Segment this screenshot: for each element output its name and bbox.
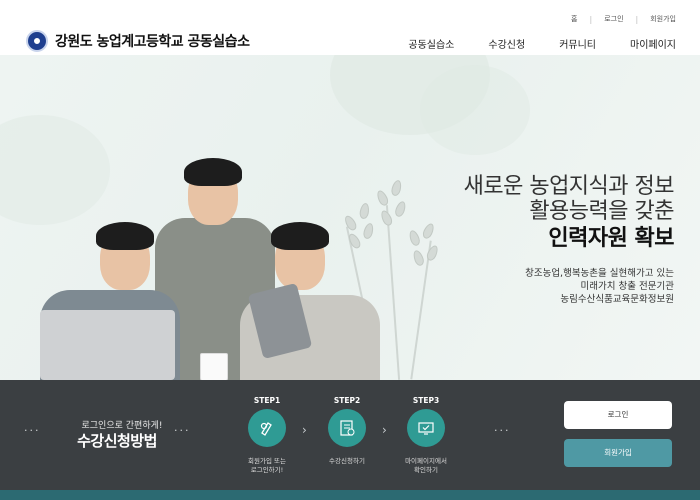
cup-image <box>200 353 228 380</box>
dots-decoration: ··· <box>174 424 191 437</box>
utility-links: 홈 | 로그인 | 회원가입 <box>571 14 676 24</box>
login-link[interactable]: 로그인 <box>604 14 623 24</box>
step-description: 회원가입 또는 로그인하기! <box>248 457 286 474</box>
nav-item-community[interactable]: 커뮤니티 <box>559 36 596 51</box>
step-label: STEP2 <box>333 396 361 405</box>
hero-sub-line2: 미래가치 창출 전문기관 <box>580 281 674 292</box>
join-link[interactable]: 회원가입 <box>650 14 676 24</box>
chevron-right-icon: › <box>302 423 307 437</box>
dots-decoration: ··· <box>24 424 41 437</box>
monitor-check-icon <box>407 409 445 447</box>
guide-title: 수강신청방법 <box>77 432 157 450</box>
step-label: STEP1 <box>253 396 281 405</box>
hero-subtitle: 창조농업,행복농촌을 실현해가고 있는 미래가치 창출 전문기관 농림수산식품교… <box>525 267 674 306</box>
home-link[interactable]: 홈 <box>571 14 577 24</box>
checklist-icon <box>328 409 366 447</box>
laptop-image <box>40 310 175 380</box>
footer-strip <box>0 490 700 500</box>
site-header: 홈 | 로그인 | 회원가입 강원도 농업계고등학교 공동실습소 공동실습소 수… <box>0 0 700 55</box>
hero-sub-line1: 창조농업,행복농촌을 실현해가고 있는 <box>525 268 674 279</box>
emblem-icon <box>26 30 48 52</box>
students-photo <box>30 158 400 380</box>
step-1: STEP1 회원가입 또는 로그인하기! <box>232 396 302 475</box>
main-nav: 공동실습소 수강신청 커뮤니티 마이페이지 <box>374 36 676 51</box>
divider: | <box>635 14 639 24</box>
chevron-right-icon: › <box>382 423 387 437</box>
step-2: STEP2 수강신청하기 <box>312 396 382 466</box>
dots-decoration: ··· <box>494 424 511 437</box>
join-button[interactable]: 회원가입 <box>564 439 672 467</box>
pen-hand-icon <box>248 409 286 447</box>
step-description: 수강신청하기 <box>329 457 365 465</box>
step-label: STEP3 <box>412 396 440 405</box>
divider: | <box>589 14 593 24</box>
login-button[interactable]: 로그인 <box>564 401 672 429</box>
hero-title-line3: 인력자원 확보 <box>548 226 674 251</box>
hero-banner: 새로운 농업지식과 정보 활용능력을 갖춘 인력자원 확보 창조농업,행복농촌을… <box>0 55 700 380</box>
nav-item-course-registration[interactable]: 수강신청 <box>488 36 525 51</box>
step-3: STEP3 마이페이지에서 확인하기 <box>391 396 461 475</box>
site-title: 강원도 농업계고등학교 공동실습소 <box>55 34 250 50</box>
background-foliage <box>420 65 530 155</box>
hero-sub-line3: 농림수산식품교육문화정보원 <box>560 294 674 305</box>
site-logo[interactable]: 강원도 농업계고등학교 공동실습소 <box>26 30 250 52</box>
step-description: 마이페이지에서 확인하기 <box>405 457 447 474</box>
nav-item-practice-center[interactable]: 공동실습소 <box>408 36 454 51</box>
registration-guide: ··· 로그인으로 간편하게! 수강신청방법 ··· STEP1 회원가입 또는… <box>0 380 700 490</box>
nav-item-mypage[interactable]: 마이페이지 <box>630 36 676 51</box>
